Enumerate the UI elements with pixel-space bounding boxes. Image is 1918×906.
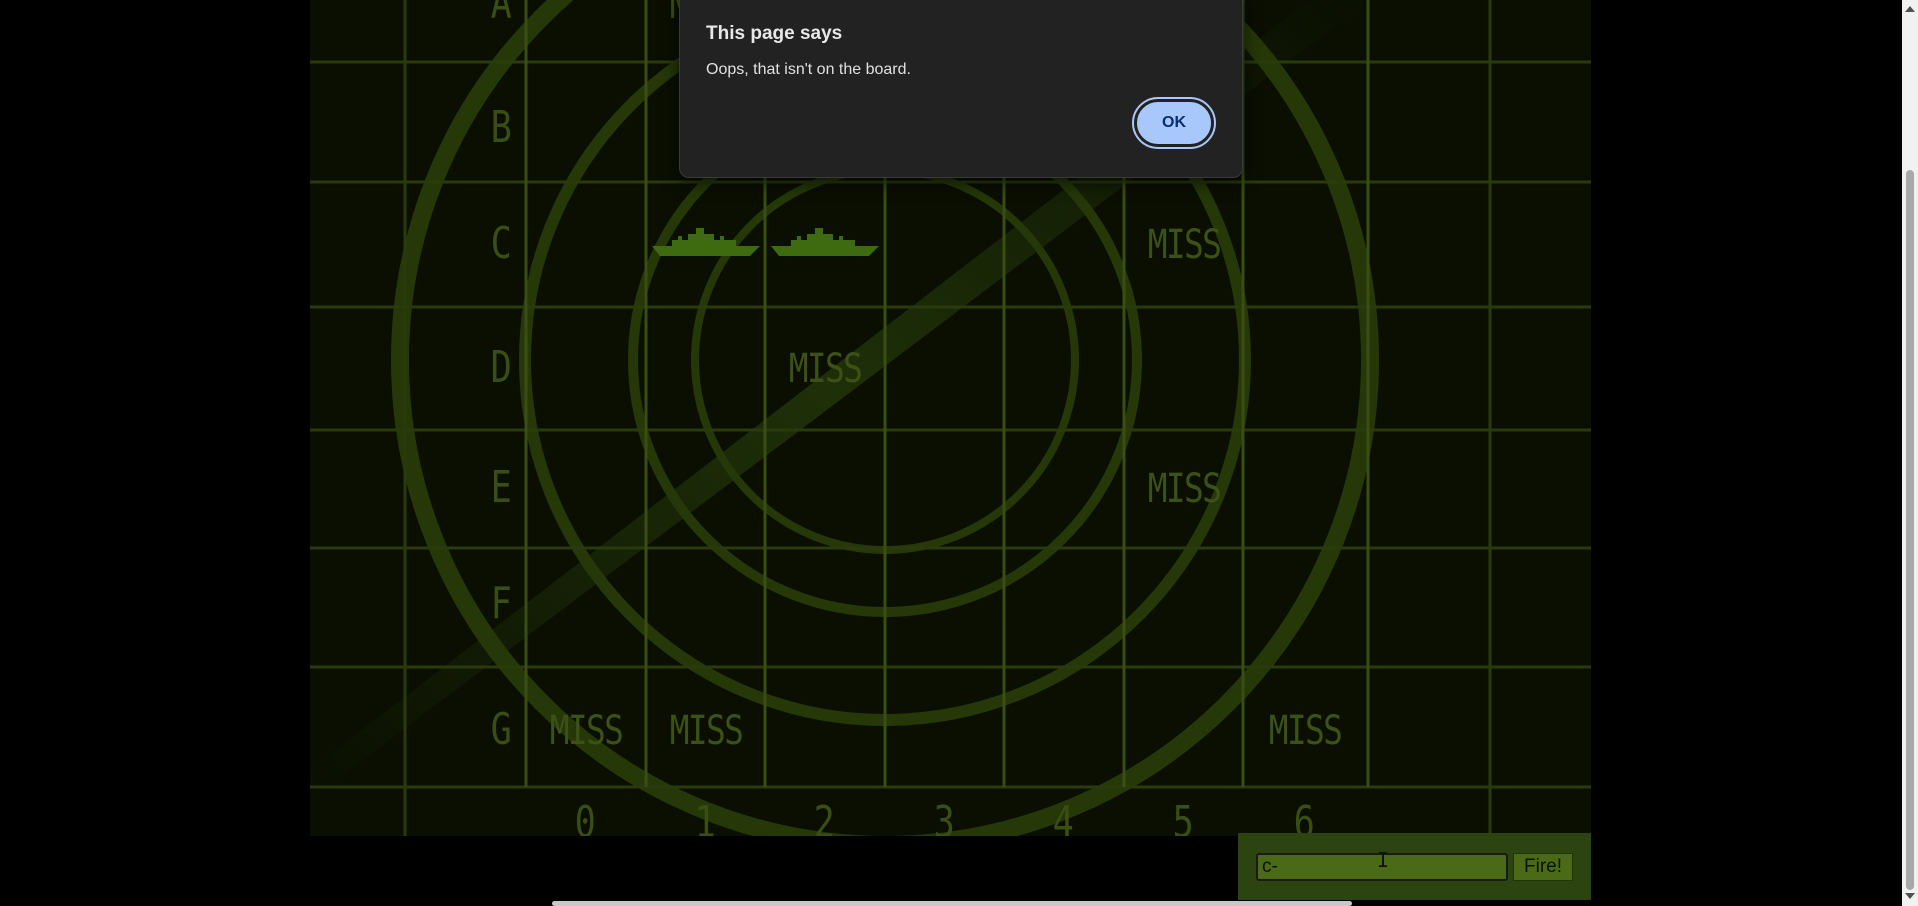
column-label-0: 0 (574, 797, 596, 837)
game-page: A B C D E F G 0 1 2 3 4 5 6 MISS MISS MISS MISS MISS MISS… (0, 0, 1918, 906)
column-label-1: 1 (694, 797, 716, 837)
row-label-f: F (490, 578, 512, 629)
scroll-down-arrow-icon[interactable] (1905, 893, 1915, 899)
miss-marker-d2: MISS (788, 346, 863, 392)
miss-marker-e5: MISS (1147, 466, 1222, 512)
miss-marker-g0: MISS (549, 708, 624, 754)
miss-marker-c5: MISS (1147, 222, 1222, 268)
fire-button[interactable]: Fire! (1513, 853, 1573, 881)
column-label-6: 6 (1293, 797, 1315, 837)
fire-form: Fire! (1238, 833, 1591, 900)
horizontal-scrollbar-thumb[interactable] (552, 901, 1352, 906)
column-label-3: 3 (933, 797, 955, 837)
text-cursor-icon: I (1377, 848, 1390, 872)
vertical-scrollbar-thumb[interactable] (1906, 170, 1914, 890)
scroll-up-arrow-icon[interactable] (1905, 6, 1915, 12)
ship-icon-c2 (769, 224, 881, 264)
row-label-g: G (490, 704, 512, 755)
miss-marker-g1: MISS (669, 708, 744, 754)
row-label-e: E (490, 462, 512, 513)
column-label-5: 5 (1172, 797, 1194, 837)
row-label-a: A (490, 0, 512, 29)
row-label-d: D (490, 342, 512, 393)
ship-icon-c1 (650, 224, 762, 264)
dialog-message: Oops, that isn't on the board. (706, 61, 911, 78)
ok-button[interactable]: OK (1132, 97, 1216, 149)
row-label-c: C (490, 218, 512, 269)
dialog-title: This page says (706, 23, 843, 44)
vertical-scrollbar[interactable] (1902, 0, 1918, 906)
alert-dialog: This page says Oops, that isn't on the b… (679, 0, 1243, 178)
miss-marker-g6: MISS (1268, 708, 1343, 754)
column-label-2: 2 (813, 797, 835, 837)
row-label-b: B (490, 102, 512, 153)
column-label-4: 4 (1052, 797, 1074, 837)
